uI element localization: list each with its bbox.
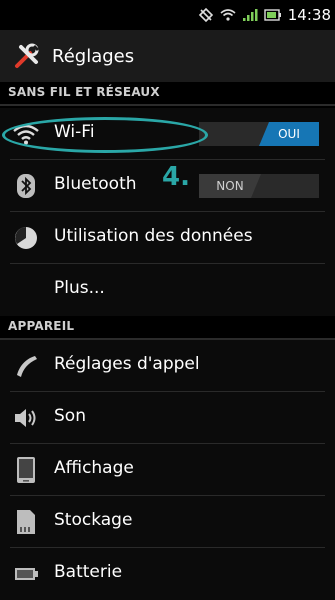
wifi-toggle[interactable]: OUI bbox=[199, 122, 319, 146]
wifi-icon bbox=[12, 120, 40, 148]
speaker-icon bbox=[12, 404, 40, 432]
settings-item-data-usage-label: Utilisation des données bbox=[54, 226, 253, 246]
data-usage-icon bbox=[12, 224, 40, 252]
status-icons: 14:38 bbox=[198, 6, 331, 24]
section-header-device: APPAREIL bbox=[0, 316, 335, 340]
display-icon bbox=[12, 456, 40, 484]
wifi-signal-icon bbox=[220, 8, 236, 22]
battery-icon bbox=[12, 560, 40, 588]
settings-item-sound[interactable]: Son bbox=[0, 392, 335, 444]
settings-item-data-usage[interactable]: Utilisation des données bbox=[0, 212, 335, 264]
settings-item-bluetooth-label: Bluetooth bbox=[54, 174, 137, 194]
step-number: 4. bbox=[162, 162, 190, 192]
sd-card-icon bbox=[12, 508, 40, 536]
settings-item-storage-label: Stockage bbox=[54, 510, 133, 530]
page-title: Réglages bbox=[52, 45, 135, 67]
settings-item-sound-label: Son bbox=[54, 406, 86, 426]
settings-item-storage[interactable]: Stockage bbox=[0, 496, 335, 548]
settings-item-more-label: Plus... bbox=[54, 278, 105, 298]
section-label-device: APPAREIL bbox=[8, 319, 75, 333]
sync-icon bbox=[198, 7, 214, 23]
settings-item-display-label: Affichage bbox=[54, 458, 134, 478]
settings-tools-icon bbox=[12, 41, 42, 71]
wifi-toggle-on-label: OUI bbox=[259, 122, 319, 146]
settings-item-call-settings-label: Réglages d'appel bbox=[54, 354, 200, 374]
cell-signal-icon bbox=[242, 8, 258, 22]
settings-item-wifi[interactable]: Wi-Fi OUI bbox=[0, 108, 335, 160]
bluetooth-icon bbox=[12, 172, 40, 200]
settings-item-battery[interactable]: Batterie bbox=[0, 548, 335, 600]
battery-status-icon bbox=[264, 9, 282, 21]
status-time: 14:38 bbox=[287, 6, 331, 24]
settings-item-battery-label: Batterie bbox=[54, 562, 123, 582]
phone-handset-icon bbox=[12, 352, 40, 380]
settings-item-display[interactable]: Affichage bbox=[0, 444, 335, 496]
bluetooth-toggle[interactable]: NON bbox=[199, 174, 319, 198]
action-bar: Réglages bbox=[0, 30, 335, 82]
status-bar: 14:38 bbox=[0, 0, 335, 30]
section-header-wireless: SANS FIL ET RÉSEAUX bbox=[0, 82, 335, 106]
settings-item-more[interactable]: Plus... bbox=[0, 264, 335, 316]
section-label-wireless: SANS FIL ET RÉSEAUX bbox=[8, 85, 160, 99]
bluetooth-toggle-off-label: NON bbox=[199, 174, 261, 198]
settings-item-wifi-label: Wi-Fi bbox=[54, 122, 95, 142]
settings-item-call-settings[interactable]: Réglages d'appel bbox=[0, 340, 335, 392]
